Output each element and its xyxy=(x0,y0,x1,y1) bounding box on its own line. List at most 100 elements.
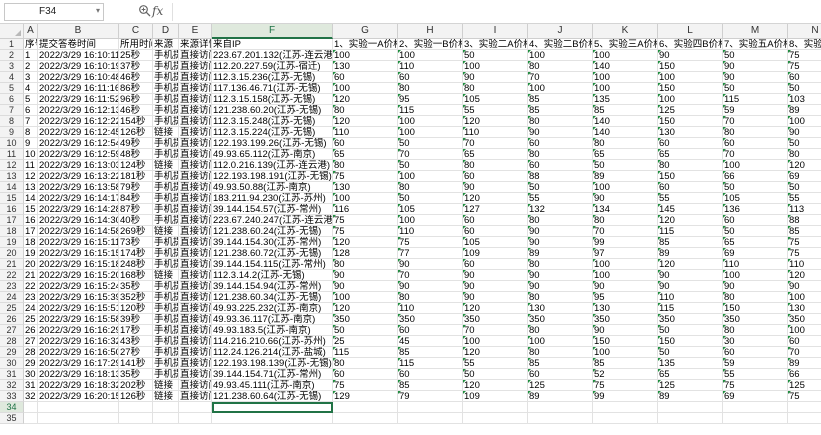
table-cell[interactable]: 135 xyxy=(593,94,658,105)
table-cell[interactable]: 90 xyxy=(593,281,658,292)
table-cell[interactable]: 手机提交 xyxy=(153,149,179,160)
table-cell[interactable]: 80 xyxy=(658,160,723,171)
table-cell[interactable]: 手机提交 xyxy=(153,237,179,248)
row-header[interactable]: 23 xyxy=(0,281,24,292)
table-cell[interactable]: 2022/3/29 16:18:32 xyxy=(38,380,119,391)
table-cell[interactable]: 350 xyxy=(658,314,723,325)
table-cell[interactable]: 手机提交 xyxy=(153,72,179,83)
table-cell[interactable]: 120 xyxy=(333,303,398,314)
table-cell[interactable]: 70 xyxy=(788,347,821,358)
table-cell[interactable]: 115 xyxy=(333,347,398,358)
table-cell[interactable]: 49.93.65.112(江苏-南京) xyxy=(212,149,333,160)
column-header-c[interactable]: C xyxy=(119,24,153,39)
table-cell[interactable]: 150 xyxy=(593,336,658,347)
empty-cell[interactable] xyxy=(119,402,153,413)
column-title-cell[interactable]: 提交答卷时间 xyxy=(38,39,119,50)
table-cell[interactable]: 100 xyxy=(333,83,398,94)
table-cell[interactable]: 120 xyxy=(658,259,723,270)
table-cell[interactable]: 直接访问 xyxy=(179,347,212,358)
table-cell[interactable]: 11 xyxy=(24,160,38,171)
table-cell[interactable]: 2022/3/29 16:13:22 xyxy=(38,171,119,182)
column-title-cell[interactable]: 所用时间 xyxy=(119,39,153,50)
table-cell[interactable]: 45 xyxy=(398,336,463,347)
table-cell[interactable]: 手机提交 xyxy=(153,325,179,336)
table-cell[interactable]: 103 xyxy=(788,94,821,105)
table-cell[interactable]: 链接 xyxy=(153,380,179,391)
table-cell[interactable]: 84秒 xyxy=(119,193,153,204)
table-cell[interactable]: 120 xyxy=(658,215,723,226)
table-cell[interactable]: 50 xyxy=(788,182,821,193)
table-cell[interactable]: 50 xyxy=(528,182,593,193)
table-cell[interactable]: 80 xyxy=(723,292,788,303)
table-cell[interactable]: 59 xyxy=(723,105,788,116)
table-cell[interactable]: 80 xyxy=(723,127,788,138)
table-cell[interactable]: 70 xyxy=(723,116,788,127)
row-header[interactable]: 32 xyxy=(0,380,24,391)
table-cell[interactable]: 手机提交 xyxy=(153,369,179,380)
table-cell[interactable]: 32 xyxy=(24,391,38,402)
table-cell[interactable]: 100 xyxy=(398,215,463,226)
table-cell[interactable]: 手机提交 xyxy=(153,303,179,314)
empty-cell[interactable] xyxy=(788,402,821,413)
table-cell[interactable]: 直接访问 xyxy=(179,259,212,270)
table-cell[interactable]: 30 xyxy=(723,336,788,347)
table-cell[interactable]: 70 xyxy=(528,72,593,83)
table-cell[interactable]: 75 xyxy=(788,61,821,72)
table-cell[interactable]: 60 xyxy=(723,215,788,226)
table-cell[interactable]: 150 xyxy=(723,303,788,314)
column-header-i[interactable]: I xyxy=(463,24,528,39)
table-cell[interactable]: 70 xyxy=(398,270,463,281)
table-cell[interactable]: 25秒 xyxy=(119,50,153,61)
table-cell[interactable]: 100 xyxy=(723,270,788,281)
row-header[interactable]: 17 xyxy=(0,215,24,226)
row-header[interactable]: 6 xyxy=(0,94,24,105)
table-cell[interactable]: 122.193.198.139(江苏-无锡) xyxy=(212,358,333,369)
table-cell[interactable]: 2022/3/29 16:12:45 xyxy=(38,127,119,138)
table-cell[interactable]: 39.144.154.71(江苏-常州) xyxy=(212,369,333,380)
row-header[interactable]: 24 xyxy=(0,292,24,303)
table-cell[interactable]: 1 xyxy=(24,50,38,61)
table-cell[interactable]: 80 xyxy=(528,116,593,127)
table-cell[interactable]: 112.3.15.236(江苏-无锡) xyxy=(212,72,333,83)
table-cell[interactable]: 50 xyxy=(463,50,528,61)
column-title-cell[interactable]: 4、实验二B价格 xyxy=(528,39,593,50)
table-cell[interactable]: 65 xyxy=(333,149,398,160)
table-cell[interactable]: 181秒 xyxy=(119,171,153,182)
table-cell[interactable]: 115 xyxy=(398,105,463,116)
table-cell[interactable]: 2022/3/29 16:11:52 xyxy=(38,94,119,105)
column-title-cell[interactable]: 来源详情 xyxy=(179,39,212,50)
table-cell[interactable]: 100 xyxy=(333,193,398,204)
table-cell[interactable]: 手机提交 xyxy=(153,259,179,270)
table-cell[interactable]: 25 xyxy=(333,336,398,347)
table-cell[interactable]: 75 xyxy=(593,380,658,391)
table-cell[interactable]: 248秒 xyxy=(119,259,153,270)
table-cell[interactable]: 50 xyxy=(658,347,723,358)
table-cell[interactable]: 120 xyxy=(333,237,398,248)
empty-cell[interactable] xyxy=(179,413,212,424)
table-cell[interactable]: 直接访问 xyxy=(179,72,212,83)
row-header[interactable]: 35 xyxy=(0,413,24,424)
table-cell[interactable]: 90 xyxy=(658,270,723,281)
table-cell[interactable]: 2022/3/29 16:15:24 xyxy=(38,281,119,292)
table-cell[interactable]: 17 xyxy=(24,226,38,237)
table-cell[interactable]: 350 xyxy=(333,314,398,325)
table-cell[interactable]: 18 xyxy=(24,237,38,248)
table-cell[interactable]: 89 xyxy=(788,105,821,116)
table-cell[interactable]: 110 xyxy=(333,127,398,138)
table-cell[interactable]: 100 xyxy=(723,160,788,171)
fx-icon[interactable]: fx xyxy=(152,2,163,20)
table-cell[interactable]: 150 xyxy=(658,171,723,182)
table-cell[interactable]: 直接访问 xyxy=(179,325,212,336)
table-cell[interactable]: 4 xyxy=(24,83,38,94)
table-cell[interactable]: 直接访问 xyxy=(179,182,212,193)
table-cell[interactable]: 手机提交 xyxy=(153,50,179,61)
table-cell[interactable]: 115 xyxy=(658,303,723,314)
table-cell[interactable]: 120 xyxy=(463,347,528,358)
chevron-down-icon[interactable]: ▾ xyxy=(96,6,100,16)
empty-cell[interactable] xyxy=(658,402,723,413)
table-cell[interactable]: 75 xyxy=(333,215,398,226)
table-cell[interactable]: 105 xyxy=(463,237,528,248)
column-header-j[interactable]: J xyxy=(528,24,593,39)
column-title-cell[interactable]: 5、实验三A价格 xyxy=(593,39,658,50)
table-cell[interactable]: 40秒 xyxy=(119,215,153,226)
